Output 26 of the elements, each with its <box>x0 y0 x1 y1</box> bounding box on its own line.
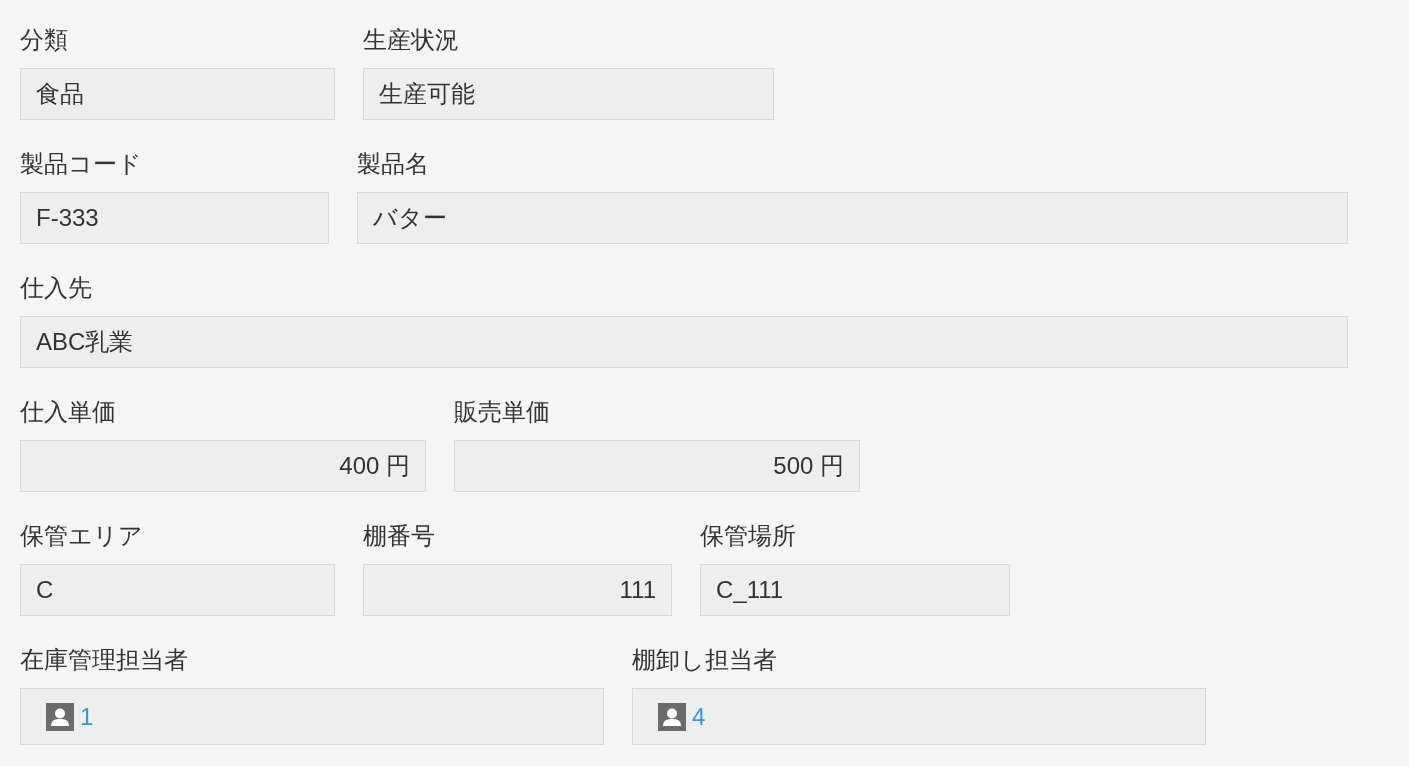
field-label: 分類 <box>20 26 68 54</box>
field-label: 在庫管理担当者 <box>20 646 188 674</box>
user-link[interactable]: 4 <box>692 702 706 731</box>
user-avatar-icon <box>658 702 686 731</box>
field-label: 販売単価 <box>454 398 550 426</box>
field-label: 仕入先 <box>20 274 92 302</box>
field-value: 生産可能 <box>363 68 774 120</box>
field-value: 500 円 <box>454 440 860 492</box>
field-label: 棚卸し担当者 <box>632 646 777 674</box>
field-value: ABC乳業 <box>20 316 1348 368</box>
field-value: 111 <box>363 564 672 616</box>
field-label: 製品名 <box>357 150 429 178</box>
field-label: 仕入単価 <box>20 398 116 426</box>
field-value: バター <box>357 192 1348 244</box>
field-value: 食品 <box>20 68 335 120</box>
user-link[interactable]: 1 <box>80 702 94 731</box>
field-label: 生産状況 <box>363 26 459 54</box>
field-label: 製品コード <box>20 150 142 178</box>
field-value: 400 円 <box>20 440 426 492</box>
field-label: 保管エリア <box>20 522 143 550</box>
field-label: 棚番号 <box>363 522 435 550</box>
field-value: C <box>20 564 335 616</box>
user-avatar-icon <box>46 702 74 731</box>
field-label: 保管場所 <box>700 522 796 550</box>
field-value: F-333 <box>20 192 329 244</box>
field-value: C_111 <box>700 564 1010 616</box>
